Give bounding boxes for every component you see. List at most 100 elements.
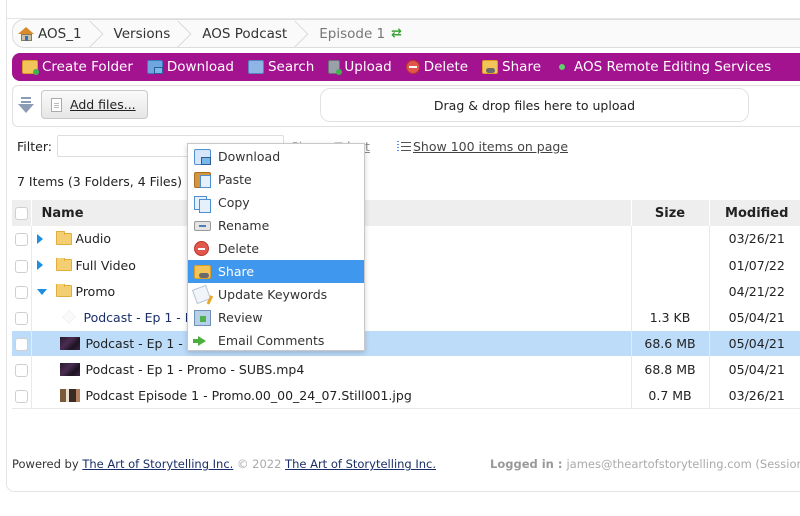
row-size: 68.8 MB — [630, 356, 709, 382]
download-icon — [194, 148, 211, 165]
breadcrumb-item-versions[interactable]: Versions — [100, 20, 192, 48]
create-folder-button[interactable]: Create Folder — [22, 59, 133, 75]
row-checkbox[interactable] — [15, 363, 28, 377]
drop-zone[interactable]: Drag & drop files here to upload — [320, 88, 749, 122]
button-label: Upload — [344, 59, 392, 75]
row-name[interactable]: Full Video — [76, 258, 136, 273]
item-count-summary: 7 Items (3 Folders, 4 Files) — [17, 174, 182, 189]
row-modified: 05/04/21 — [708, 304, 800, 330]
button-label: Download — [166, 59, 234, 75]
table-row[interactable]: Podcast Episode 1 - Promo.00_00_24_07.St… — [12, 382, 800, 408]
document-icon — [51, 97, 62, 112]
menu-item-label: Review — [218, 310, 263, 325]
row-checkbox[interactable] — [15, 311, 28, 325]
breadcrumb-item-aos-1[interactable]: AOS_1 — [13, 20, 103, 48]
list-icon — [397, 140, 411, 153]
download-icon — [146, 60, 163, 74]
copy-icon — [194, 195, 211, 213]
add-files-button[interactable]: Add files... — [41, 90, 148, 119]
row-size: 68.6 MB — [630, 330, 709, 356]
menu-item-label: Copy — [218, 195, 250, 210]
context-menu: Download Paste Copy Rename Delete Share … — [187, 143, 365, 351]
row-size — [630, 278, 709, 304]
column-header-modified[interactable]: Modified — [708, 200, 800, 226]
row-name[interactable]: Podcast - Ep 1 - Promo - SUBS.mp4 — [86, 362, 305, 377]
folder-icon — [55, 257, 72, 271]
button-label: Share — [502, 59, 542, 75]
breadcrumb-label: AOS_1 — [38, 25, 82, 42]
chevron-right-icon — [36, 260, 43, 270]
breadcrumb-item-aos-podcast[interactable]: AOS Podcast — [188, 20, 309, 48]
delete-button[interactable]: Delete — [405, 59, 468, 75]
upload-area: Add files... Drag & drop files here to u… — [12, 85, 800, 127]
row-modified: 03/26/21 — [708, 382, 800, 408]
menu-item-paste[interactable]: Paste — [188, 168, 364, 191]
refresh-icon[interactable]: ⇄ — [391, 26, 402, 41]
delete-icon — [405, 60, 420, 74]
row-checkbox[interactable] — [15, 233, 28, 247]
table-row[interactable]: Promo 04/21/22 — [12, 278, 800, 304]
table-row[interactable]: Audio 03/26/21 — [12, 226, 800, 252]
download-button[interactable]: Download — [146, 59, 234, 75]
menu-item-label: Rename — [218, 218, 270, 233]
action-toolbar: Create Folder Download Search Upload Del… — [12, 53, 800, 81]
chevron-right-icon — [36, 233, 43, 244]
select-all-checkbox[interactable] — [15, 206, 28, 220]
row-name[interactable]: Podcast Episode 1 - Promo.00_00_24_07.St… — [86, 388, 412, 403]
company-link[interactable]: The Art of Storytelling Inc. — [82, 457, 233, 471]
paste-icon — [194, 171, 211, 188]
powered-by-text: Powered by — [12, 457, 83, 471]
folder-open-icon — [55, 283, 72, 297]
chevron-down-icon — [36, 289, 47, 295]
row-checkbox[interactable] — [15, 259, 28, 273]
menu-item-download[interactable]: Download — [188, 145, 364, 168]
menu-item-copy[interactable]: Copy — [188, 191, 364, 214]
menu-item-rename[interactable]: Rename — [188, 214, 364, 237]
column-header-size[interactable]: Size — [630, 200, 709, 226]
menu-item-label: Paste — [218, 172, 252, 187]
logged-in-label: Logged in : — [490, 457, 567, 471]
row-modified: 01/07/22 — [708, 252, 800, 278]
table-row-selected[interactable]: Podcast - Ep 1 - Pro 68.6 MB 05/04/21 — [12, 330, 800, 356]
collapse-toggle[interactable] — [36, 287, 47, 295]
menu-item-review[interactable]: Review — [188, 306, 364, 329]
down-arrow-icon — [18, 96, 34, 116]
search-button[interactable]: Search — [247, 59, 314, 75]
table-row[interactable]: Podcast - Ep 1 - Promo - SUBS.mp4 68.8 M… — [12, 356, 800, 382]
upload-button[interactable]: Upload — [328, 59, 392, 75]
video-thumbnail-icon — [59, 362, 80, 376]
row-size: 0.7 MB — [630, 382, 709, 408]
row-modified: 05/04/21 — [708, 330, 800, 356]
menu-item-update-keywords[interactable]: Update Keywords — [188, 283, 364, 306]
delete-icon — [194, 241, 209, 256]
button-label: Create Folder — [42, 59, 133, 75]
breadcrumb-label: AOS Podcast — [202, 25, 288, 42]
company-link-2[interactable]: The Art of Storytelling Inc. — [285, 457, 436, 471]
email-arrow-icon — [193, 335, 206, 346]
menu-item-delete[interactable]: Delete — [188, 237, 364, 260]
share-icon — [194, 264, 211, 279]
table-row[interactable]: Full Video 01/07/22 — [12, 252, 800, 278]
row-name[interactable]: Promo — [76, 284, 116, 299]
row-checkbox[interactable] — [15, 337, 28, 351]
menu-item-share[interactable]: Share — [188, 260, 364, 283]
table-header-row: Name Size Modified — [12, 200, 800, 226]
share-button[interactable]: Share — [482, 59, 541, 75]
show-100-items-link[interactable]: Show 100 items on page — [397, 139, 568, 154]
row-checkbox[interactable] — [15, 389, 28, 403]
remote-editing-services-button[interactable]: AOS Remote Editing Services — [555, 59, 771, 75]
row-checkbox[interactable] — [15, 285, 28, 299]
row-name[interactable]: Audio — [76, 231, 112, 246]
button-label: AOS Remote Editing Services — [574, 59, 772, 75]
search-icon — [247, 60, 264, 74]
menu-item-label: Email Comments — [218, 333, 325, 348]
expand-toggle[interactable] — [36, 260, 47, 270]
copyright-text: © 2022 — [233, 457, 286, 471]
image-thumbnail-icon — [59, 388, 80, 402]
row-modified: 05/04/21 — [708, 356, 800, 382]
create-folder-icon — [22, 60, 39, 75]
file-thumbnail-icon — [61, 310, 76, 324]
expand-toggle[interactable] — [36, 233, 47, 244]
table-row[interactable]: Podcast - Ep 1 - Pro 1.3 KB 05/04/21 — [12, 304, 800, 330]
menu-item-email-comments[interactable]: Email Comments — [188, 329, 364, 352]
